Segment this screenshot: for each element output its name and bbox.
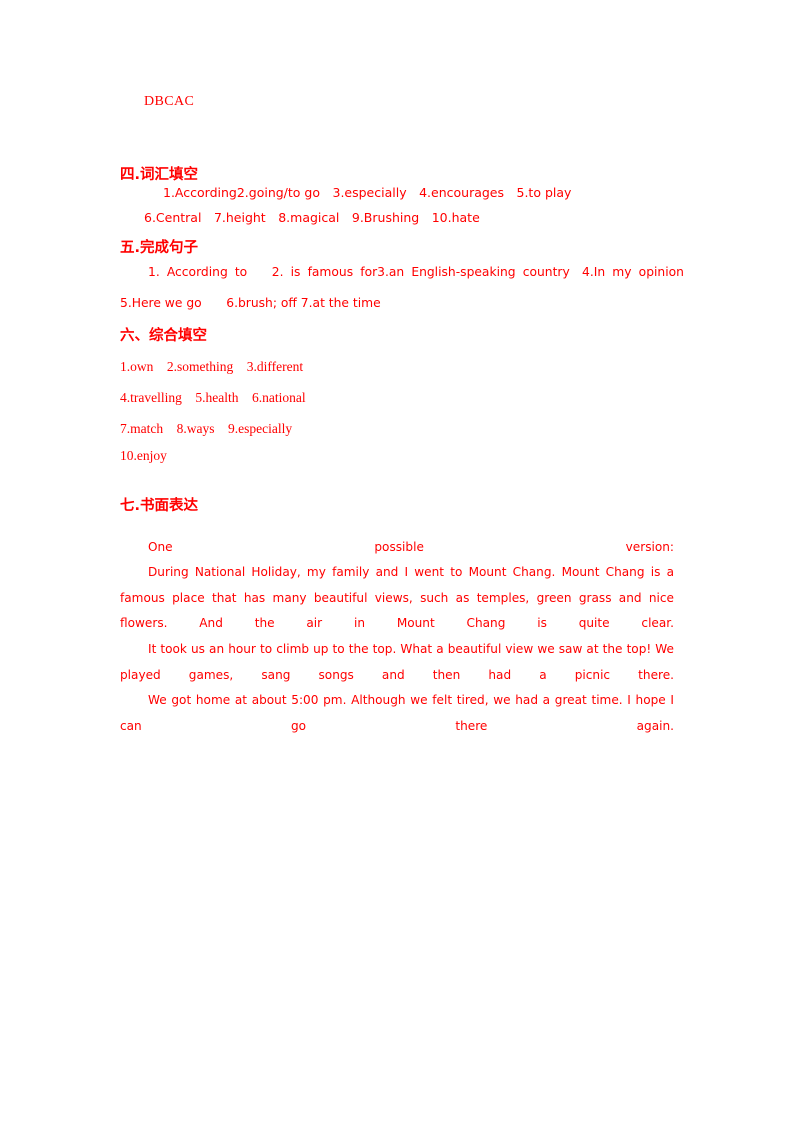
section-heading-six: 六、综合填空 [120, 328, 207, 344]
section-heading-four: 四.词汇填空 [120, 167, 199, 183]
section-heading-five: 五.完成句子 [120, 240, 199, 256]
section-five-answers-line-1: 1. According to 2. is famous for3.an Eng… [148, 265, 684, 279]
section-six-answers-line-1: 1.own 2.something 3.different [120, 359, 304, 374]
section-six-answers-line-3: 7.match 8.ways 9.especially [120, 421, 293, 436]
document-page: DBCAC 四.词汇填空 1.According2.going/to go 3.… [0, 0, 794, 1123]
section-four-answers-line-2: 6.Central 7.height 8.magical 9.Brushing … [144, 210, 480, 225]
essay-paragraph-3: We got home at about 5:00 pm. Although w… [120, 693, 674, 733]
answer-key-dbcac: DBCAC [144, 94, 195, 109]
section-five-answers-line-2: 5.Here we go 6.brush; off 7.at the time [120, 296, 381, 310]
section-four-answers-line-1: 1.According2.going/to go 3.especially 4.… [163, 185, 572, 200]
section-six-answers-line-4: 10.enjoy [120, 448, 167, 463]
section-six-answers-line-2: 4.travelling 5.health 6.national [120, 390, 306, 405]
section-heading-seven: 七.书面表达 [120, 498, 199, 514]
